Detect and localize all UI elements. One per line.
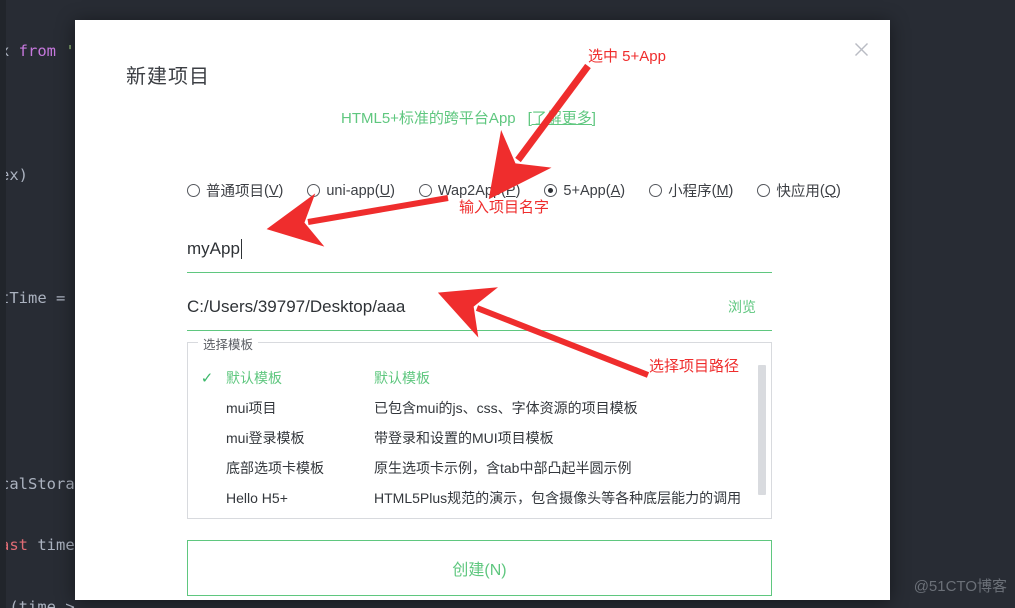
project-name-value: myApp [187,238,240,258]
radio-accel: (M) [711,182,734,199]
create-button[interactable]: 创建(N) [187,540,772,596]
radio-option-putong[interactable]: 普通项目 (V) [187,180,283,201]
radio-accel: (A) [605,182,626,199]
radio-circle-icon [307,184,321,197]
template-list: ✓ 默认模板 默认模板 mui项目 已包含mui的js、css、字体资源的项目模… [188,359,771,512]
radio-circle-icon [187,184,200,197]
radio-option-uniapp[interactable]: uni-app (U) [307,183,395,199]
watermark: @51CTO博客 [913,578,1007,595]
close-icon[interactable] [846,34,876,64]
template-legend: 选择模板 [198,334,259,353]
subtitle-text: HTML5+标准的跨平台App [341,110,516,127]
template-desc: HTML5Plus规范的演示，包含摄像头等各种底层能力的调用 [374,490,742,506]
template-name: mui项目 [226,400,277,416]
template-row[interactable]: 底部选项卡模板 原生选项卡示例，含tab中部凸起半圆示例 [188,453,771,483]
browse-button[interactable]: 浏览 [728,297,756,317]
editor-gutter [0,0,6,608]
project-path-input[interactable]: C:/Users/39797/Desktop/aaa 浏览 [187,283,772,331]
dialog-subtitle: HTML5+标准的跨平台App [了解更多] [341,107,596,128]
radio-circle-icon [418,184,432,197]
template-name: 默认模板 [226,370,282,386]
radio-label: 普通项目 [206,184,264,200]
template-name: Hello H5+ [226,490,288,506]
template-name: 底部选项卡模板 [226,460,324,476]
text-caret [240,238,242,259]
radio-option-xiaochengxu[interactable]: 小程序 (M) [649,180,733,201]
annotation-radio-note: 选中 5+App [588,48,666,65]
template-desc: 带登录和设置的MUI项目模板 [374,430,554,446]
radio-circle-icon [757,184,771,197]
template-name: mui登录模板 [226,430,305,446]
radio-circle-icon [649,184,663,197]
page-title: 新建项目 [126,66,210,88]
radio-label: 小程序 [668,184,712,200]
radio-label: 快应用 [776,184,820,200]
annotation-name-note: 输入项目名字 [459,199,550,216]
template-desc: 已包含mui的js、css、字体资源的项目模板 [374,400,638,416]
radio-accel: (V) [264,182,284,199]
project-name-input[interactable]: myApp [187,225,772,273]
project-path-value: C:/Users/39797/Desktop/aaa [187,296,406,316]
template-desc: 原生选项卡示例，含tab中部凸起半圆示例 [374,460,632,476]
radio-accel: (Q) [819,182,841,199]
template-list-scrollbar[interactable] [758,365,766,495]
annotation-path-note: 选择项目路径 [649,358,740,375]
new-project-dialog: 新建项目 HTML5+标准的跨平台App [了解更多] 普通项目 (V) uni-a… [75,20,890,600]
template-row[interactable]: mui登录模板 带登录和设置的MUI项目模板 [188,423,771,453]
check-icon: ✓ [200,370,214,387]
radio-option-5plusapp[interactable]: 5+App (A) [544,183,625,199]
radio-option-kuaiyingyong[interactable]: 快应用 (Q) [757,180,841,201]
learn-more-link[interactable]: [了解更多] [528,110,596,127]
template-row[interactable]: Hello H5+ HTML5Plus规范的演示，包含摄像头等各种底层能力的调用 [188,483,771,512]
radio-label: 5+App [563,182,606,199]
radio-accel: (U) [374,182,395,199]
template-row[interactable]: mui项目 已包含mui的js、css、字体资源的项目模板 [188,393,771,423]
radio-label: uni-app [326,182,375,199]
